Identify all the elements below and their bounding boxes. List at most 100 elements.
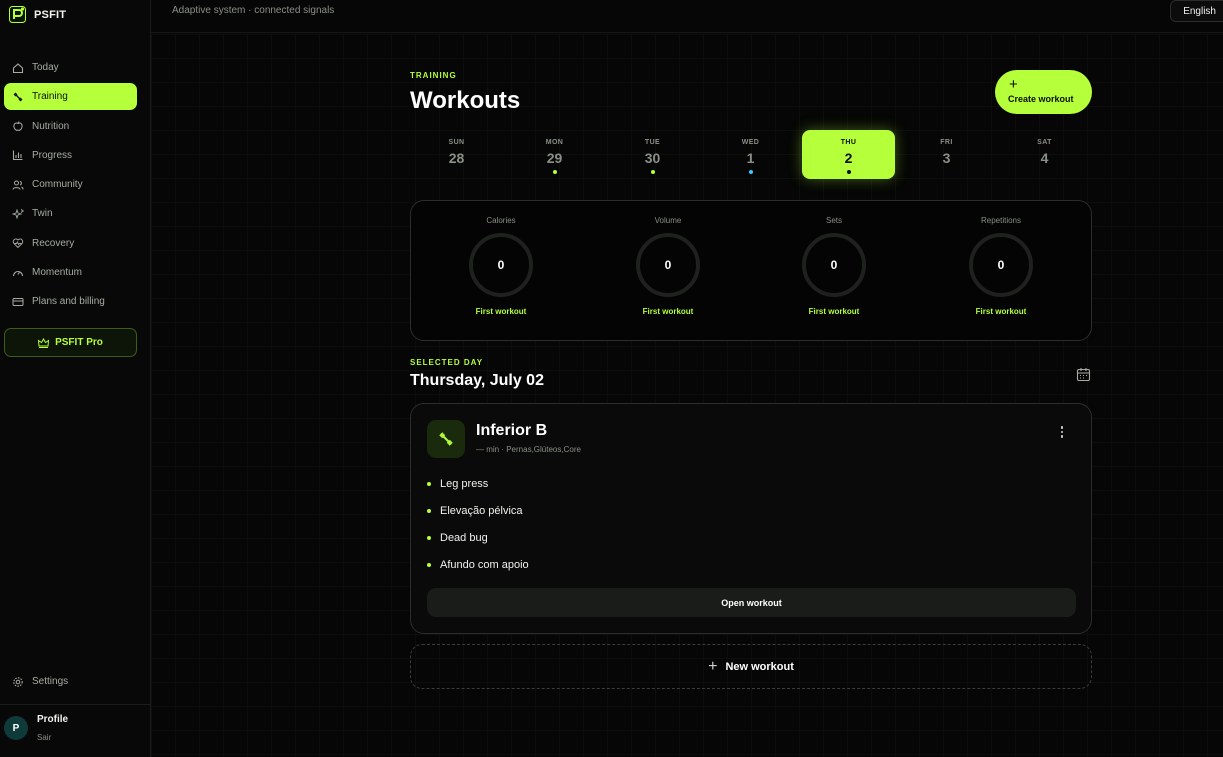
- sidebar-item-nutrition[interactable]: Nutrition: [4, 113, 137, 140]
- sign-out-link[interactable]: Sair: [37, 733, 68, 742]
- profile-block[interactable]: P Profile Sair: [4, 714, 68, 742]
- stat-sets: Sets 0 First workout: [784, 201, 884, 342]
- avatar: P: [4, 716, 28, 740]
- stat-volume: Volume 0 First workout: [618, 201, 718, 342]
- credit-card-icon: [12, 297, 24, 306]
- day-name: TUE: [644, 139, 661, 146]
- stat-ring: 0: [802, 233, 866, 297]
- sidebar-item-label: Today: [32, 62, 59, 73]
- day-date: 2: [844, 150, 853, 166]
- day-mon[interactable]: MON 29: [508, 130, 601, 179]
- page-eyebrow: TRAINING: [410, 71, 457, 80]
- brand[interactable]: PSFIT: [9, 6, 66, 23]
- home-icon: [12, 62, 24, 73]
- stat-label: Repetitions: [980, 216, 1022, 225]
- settings-nav: Settings: [4, 668, 137, 697]
- workout-dot: [846, 170, 851, 174]
- day-fri[interactable]: FRI 3: [900, 130, 993, 179]
- day-sun[interactable]: SUN 28: [410, 130, 503, 179]
- workout-meta: — min · Pernas,Glúteos,Core: [476, 445, 581, 454]
- day-sat[interactable]: SAT 4: [998, 130, 1091, 179]
- heart-pulse-icon: [12, 238, 24, 249]
- sidebar-item-twin[interactable]: Twin: [4, 200, 137, 227]
- exercise-list: Leg press Elevação pélvica Dead bug Afun…: [427, 470, 529, 578]
- day-name: SUN: [448, 139, 465, 146]
- more-options-icon[interactable]: [1058, 426, 1066, 442]
- sidebar-item-label: Training: [32, 91, 68, 103]
- selected-day-title: Thursday, July 02: [410, 372, 544, 389]
- day-name: WED: [741, 139, 760, 146]
- sidebar-item-today[interactable]: Today: [4, 54, 137, 81]
- list-item: Dead bug: [427, 524, 529, 551]
- new-workout-button[interactable]: + New workout: [410, 644, 1092, 689]
- sidebar-item-label: Momentum: [32, 267, 83, 279]
- list-item: Afundo com apoio: [427, 551, 529, 578]
- stat-ring: 0: [636, 233, 700, 297]
- page-title: Workouts: [410, 87, 521, 114]
- stat-label: Calories: [486, 216, 516, 225]
- plus-icon: +: [1009, 76, 1018, 93]
- apple-icon: [13, 121, 23, 131]
- sidebar-item-training[interactable]: Training: [4, 83, 137, 111]
- selected-day-eyebrow: SELECTED DAY: [410, 358, 484, 367]
- stat-label: Volume: [654, 216, 682, 225]
- language-select[interactable]: English: [1170, 0, 1223, 22]
- day-name: THU: [840, 139, 857, 146]
- stat-note: First workout: [808, 307, 860, 316]
- plus-icon: +: [708, 657, 718, 675]
- workout-dot: [650, 170, 655, 174]
- dumbbell-icon: [13, 92, 23, 102]
- day-date: 3: [942, 150, 951, 166]
- gear-icon: [13, 676, 23, 687]
- day-date: 29: [546, 150, 563, 166]
- sidebar-item-progress[interactable]: Progress: [4, 142, 137, 169]
- day-name: SAT: [1037, 139, 1052, 146]
- day-date: 4: [1040, 150, 1049, 166]
- crown-icon: [38, 337, 50, 348]
- top-bar: Adaptive system · connected signals Engl…: [151, 0, 1223, 33]
- week-strip: SUN 28 MON 29 TUE 30 WED 1 THU 2 FRI 3 S: [410, 130, 1092, 179]
- open-workout-button[interactable]: Open workout: [427, 588, 1076, 617]
- sidebar-item-plans-and-billing[interactable]: Plans and billing: [4, 288, 137, 315]
- bar-chart-icon: [12, 150, 23, 161]
- sidebar-item-label: Nutrition: [32, 120, 70, 132]
- day-wed[interactable]: WED 1: [704, 130, 797, 179]
- stat-note: First workout: [975, 307, 1027, 316]
- sidebar-item-label: Settings: [32, 676, 69, 687]
- sidebar-item-recovery[interactable]: Recovery: [4, 230, 137, 257]
- sidebar: PSFIT Today Training Nutrition Progress …: [0, 0, 151, 757]
- sidebar-item-label: Recovery: [32, 237, 75, 249]
- workout-title: Inferior B: [476, 422, 548, 439]
- stat-note: First workout: [475, 307, 527, 316]
- day-date: 1: [746, 150, 755, 166]
- create-workout-label: Create workout: [1008, 94, 1074, 104]
- sparkles-icon: [12, 208, 24, 220]
- psfit-logo-icon: [9, 6, 26, 23]
- stat-note: First workout: [642, 307, 694, 316]
- stat-calories: Calories 0 First workout: [451, 201, 551, 342]
- create-workout-button[interactable]: + Create workout: [995, 70, 1092, 114]
- sidebar-item-label: Plans and billing: [32, 296, 105, 308]
- day-name: MON: [545, 139, 564, 146]
- sidebar-item-label: Community: [32, 179, 83, 191]
- psfit-pro-button[interactable]: PSFIT Pro: [4, 328, 137, 357]
- workout-dot: [748, 170, 753, 174]
- workout-card: Inferior B — min · Pernas,Glúteos,Core L…: [410, 403, 1092, 634]
- system-status-text: Adaptive system · connected signals: [172, 5, 335, 16]
- sidebar-divider: [0, 704, 151, 705]
- sidebar-item-momentum[interactable]: Momentum: [4, 259, 137, 286]
- calendar-icon[interactable]: [1076, 367, 1091, 382]
- day-thu[interactable]: THU 2: [802, 130, 895, 179]
- stat-ring: 0: [469, 233, 533, 297]
- psfit-pro-label: PSFIT Pro: [55, 337, 103, 348]
- gauge-icon: [12, 270, 24, 276]
- sidebar-item-settings[interactable]: Settings: [4, 668, 137, 695]
- sidebar-item-community[interactable]: Community: [4, 171, 137, 198]
- workout-dot: [552, 170, 557, 174]
- list-item: Elevação pélvica: [427, 497, 529, 524]
- stats-panel: Calories 0 First workout Volume 0 First …: [410, 200, 1092, 341]
- main-content: TRAINING Workouts + Create workout SUN 2…: [151, 34, 1223, 757]
- day-tue[interactable]: TUE 30: [606, 130, 699, 179]
- brand-name: PSFIT: [34, 8, 67, 21]
- dumbbell-icon: [427, 420, 465, 458]
